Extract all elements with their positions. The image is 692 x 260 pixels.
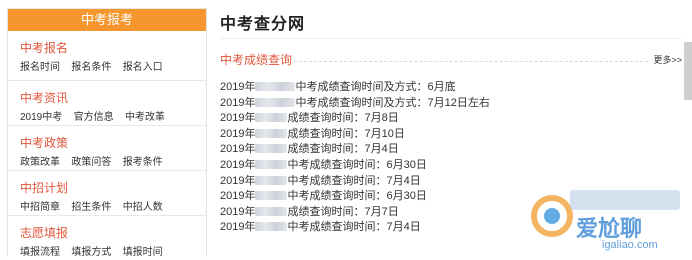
list-item[interactable]: 2019年 中考成绩查询时间及方式：6月底 xyxy=(220,80,620,96)
list-item-year: 2019年 xyxy=(220,127,256,140)
sidebar-link[interactable]: 填报流程 xyxy=(20,247,60,258)
redacted-region xyxy=(255,222,288,232)
list-item[interactable]: 2019年 中考成绩查询时间及方式：7月12日左右 xyxy=(220,96,620,112)
sidebar-link[interactable]: 官方信息 xyxy=(74,112,114,123)
list-item-year: 2019年 xyxy=(220,81,256,93)
list-item-text: 中考成绩查询时间：7月4日 xyxy=(287,174,421,187)
list-item-year: 2019年 xyxy=(220,158,256,171)
list-item-year: 2019年 xyxy=(220,221,256,234)
list-item-text: 成绩查询时间：7月10日 xyxy=(287,127,405,140)
list-item-year: 2019年 xyxy=(220,143,256,156)
watermark-logo: 爱尬聊 igaliao.com xyxy=(531,190,680,251)
redacted-region xyxy=(255,206,288,216)
watermark-dot-icon xyxy=(544,208,560,224)
redacted-region xyxy=(255,144,288,154)
redacted-region xyxy=(255,97,296,107)
section-title: 中考成绩查询 xyxy=(220,53,293,67)
list-item[interactable]: 2019年 中考成绩查询时间：6月30日 xyxy=(220,158,620,174)
list-item-text: 中考成绩查询时间：6月30日 xyxy=(287,190,427,203)
dashed-divider xyxy=(294,61,648,62)
more-link[interactable]: 更多>> xyxy=(653,53,682,66)
redacted-region xyxy=(255,159,288,169)
watermark-url: igaliao.com xyxy=(602,239,658,251)
sidebar-section-registration: 中考报名 报名时间 报名条件 报名入口 xyxy=(8,31,206,81)
sidebar-section-news: 中考资讯 2019中考 官方信息 中考改革 xyxy=(8,81,206,126)
sidebar-link[interactable]: 招生条件 xyxy=(71,202,111,213)
sidebar-section-policy: 中考政策 政策改革 政策问答 报考条件 xyxy=(8,126,206,171)
list-item-text: 中考成绩查询时间：7月4日 xyxy=(287,221,421,234)
redacted-region xyxy=(255,175,288,185)
list-item[interactable]: 2019年 成绩查询时间：7月8日 xyxy=(220,111,620,127)
sidebar-section-title[interactable]: 中考资讯 xyxy=(20,91,206,105)
sidebar-link[interactable]: 中招人数 xyxy=(123,202,163,213)
sidebar-link[interactable]: 报考条件 xyxy=(123,157,163,168)
list-item[interactable]: 2019年 成绩查询时间：7月10日 xyxy=(220,127,620,143)
list-item-year: 2019年 xyxy=(220,190,256,203)
sidebar-link[interactable]: 填报时间 xyxy=(123,247,163,258)
sidebar-link[interactable]: 填报方式 xyxy=(71,247,111,258)
sidebar-link[interactable]: 政策改革 xyxy=(20,157,60,168)
sidebar: 中考报考 中考报名 报名时间 报名条件 报名入口 中考资讯 2019中考 官方信… xyxy=(7,8,207,258)
list-item-year: 2019年 xyxy=(220,96,256,109)
redacted-region xyxy=(255,113,288,123)
sidebar-section-plan: 中招计划 中招简章 招生条件 中招人数 xyxy=(8,171,206,216)
list-item-text: 中考成绩查询时间及方式：7月12日左右 xyxy=(295,96,490,109)
list-item-year: 2019年 xyxy=(220,174,256,187)
list-item-text: 中考成绩查询时间：6月30日 xyxy=(287,158,427,171)
list-item-text: 成绩查询时间：7月8日 xyxy=(287,112,399,125)
sidebar-header: 中考报考 xyxy=(8,9,206,31)
divider xyxy=(220,38,682,39)
redacted-region xyxy=(255,82,296,91)
sidebar-section-title[interactable]: 中考报名 xyxy=(20,41,206,55)
redacted-region xyxy=(255,128,288,138)
page-title: 中考查分网 xyxy=(220,16,306,33)
list-item-text: 中考成绩查询时间及方式：6月底 xyxy=(295,81,456,93)
sidebar-section-title[interactable]: 中考政策 xyxy=(20,136,206,150)
watermark-text: 爱尬聊 xyxy=(576,216,642,241)
sidebar-section-title[interactable]: 志愿填报 xyxy=(20,226,206,240)
list-item-text: 成绩查询时间：7月4日 xyxy=(287,143,399,156)
sidebar-link[interactable]: 政策问答 xyxy=(71,157,111,168)
sidebar-link[interactable]: 中招简章 xyxy=(20,202,60,213)
sidebar-link[interactable]: 报名入口 xyxy=(123,62,163,73)
sidebar-link[interactable]: 中考改革 xyxy=(125,112,165,123)
sidebar-link[interactable]: 报名条件 xyxy=(71,62,111,73)
list-item-year: 2019年 xyxy=(220,205,256,218)
list-item[interactable]: 2019年 成绩查询时间：7月4日 xyxy=(220,142,620,158)
redacted-region xyxy=(255,191,288,201)
list-item-year: 2019年 xyxy=(220,112,256,125)
section-header: 中考成绩查询 更多>> xyxy=(220,52,682,68)
sidebar-section-volunteer: 志愿填报 填报流程 填报方式 填报时间 xyxy=(8,216,206,258)
scrollbar-edge xyxy=(684,42,692,100)
sidebar-link[interactable]: 报名时间 xyxy=(20,62,60,73)
sidebar-link[interactable]: 2019中考 xyxy=(20,112,62,123)
sidebar-section-title[interactable]: 中招计划 xyxy=(20,181,206,195)
list-item-text: 成绩查询时间：7月7日 xyxy=(287,205,399,218)
